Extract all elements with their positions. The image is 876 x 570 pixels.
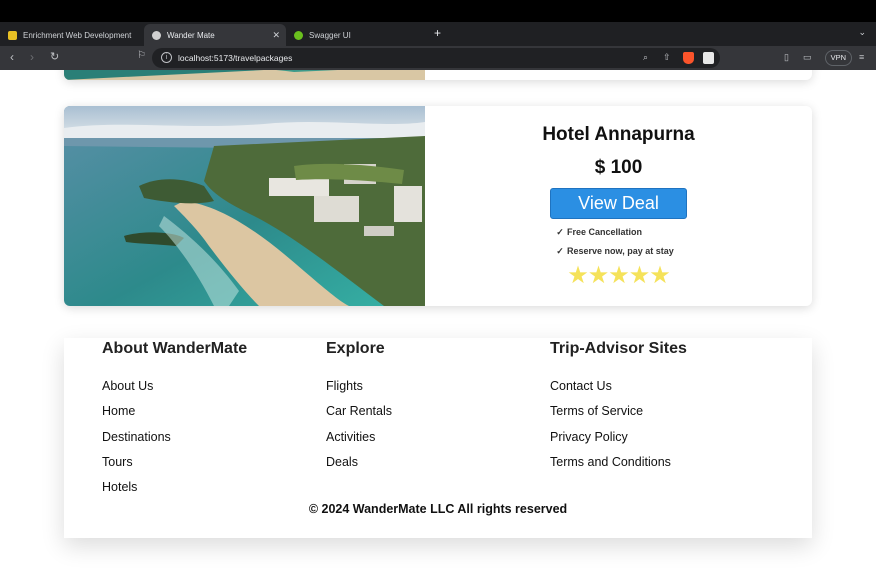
footer-link-flights[interactable]: Flights	[326, 374, 392, 399]
plus-icon[interactable]: +	[434, 26, 441, 40]
deal-panel: Hotel Annapurna $ 100 View Deal ✓ Free Ca…	[425, 106, 812, 306]
share-icon[interactable]: ⇧	[663, 52, 671, 63]
feature-label: Free Cancellation	[567, 227, 643, 237]
close-tab-icon[interactable]: ✕	[272, 30, 280, 41]
previous-listing-card	[64, 70, 812, 80]
footer-link-terms-and-conditions[interactable]: Terms and Conditions	[550, 450, 687, 475]
feature-free-cancellation: ✓ Free Cancellation	[553, 227, 642, 238]
brave-rewards-icon[interactable]	[703, 52, 714, 64]
footer-heading: About WanderMate	[102, 340, 248, 357]
os-menu-bar	[0, 0, 876, 22]
footer-link-hotels[interactable]: Hotels	[102, 475, 247, 500]
back-icon[interactable]: ‹	[10, 50, 14, 64]
hotel-name: Hotel Annapurna	[542, 124, 695, 145]
tab-favicon-icon	[152, 30, 161, 40]
coastline-photo-image	[64, 106, 425, 306]
zoom-icon[interactable]: ⌕	[643, 52, 648, 63]
hotel-listing-card: Hotel Annapurna $ 100 View Deal ✓ Free Ca…	[64, 106, 812, 306]
copyright-text: © 2024 WanderMate LLC All rights reserve…	[308, 502, 568, 516]
footer-heading: Trip-Advisor Sites	[550, 340, 687, 357]
hotel-photo[interactable]	[64, 106, 425, 306]
footer-link-deals[interactable]: Deals	[326, 450, 392, 475]
forward-icon[interactable]: ›	[30, 50, 34, 64]
site-footer: About WanderMate About Us Home Destinati…	[64, 338, 812, 538]
url-text: localhost:5173/travelpackages	[178, 53, 293, 63]
bookmark-icon[interactable]: ⚐	[137, 50, 146, 61]
menu-icon[interactable]: ≡	[859, 52, 864, 62]
address-bar[interactable]: i localhost:5173/travelpackages ⌕ ⇧	[152, 48, 720, 68]
footer-heading: Explore	[326, 340, 385, 357]
footer-column-trip-advisor: Trip-Advisor Sites Contact Us Terms of S…	[550, 338, 687, 475]
tab-swagger-ui[interactable]: Swagger UI	[286, 24, 428, 46]
check-icon: ✓	[556, 246, 564, 256]
footer-link-activities[interactable]: Activities	[326, 425, 392, 450]
footer-column-about: About WanderMate About Us Home Destinati…	[102, 338, 247, 500]
page-viewport: Hotel Annapurna $ 100 View Deal ✓ Free Ca…	[0, 70, 876, 570]
tab-enrichment[interactable]: Enrichment Web Development	[0, 24, 144, 46]
tab-favicon-icon	[294, 30, 303, 40]
footer-link-about-us[interactable]: About Us	[102, 374, 247, 399]
site-info-icon[interactable]: i	[161, 52, 172, 63]
tab-favicon-icon	[8, 30, 17, 40]
check-icon: ✓	[556, 227, 564, 237]
beach-photo-image	[64, 70, 425, 80]
browser-toolbar: ‹ › ↻ ⚐ i localhost:5173/travelpackages …	[0, 46, 876, 70]
tab-title: Enrichment Web Development	[23, 30, 132, 40]
previous-listing-photo	[64, 70, 425, 80]
vpn-button[interactable]: VPN	[824, 50, 852, 66]
footer-link-contact-us[interactable]: Contact Us	[550, 374, 687, 399]
brave-shields-icon[interactable]	[683, 52, 694, 64]
wallet-icon[interactable]: ▭	[803, 52, 812, 63]
reload-icon[interactable]: ↻	[50, 50, 59, 63]
view-deal-button[interactable]: View Deal	[550, 188, 687, 219]
tab-title: Wander Mate	[167, 30, 215, 40]
tab-wander-mate[interactable]: Wander Mate ✕	[144, 24, 286, 46]
feature-label: Reserve now, pay at stay	[567, 246, 674, 256]
footer-link-car-rentals[interactable]: Car Rentals	[326, 399, 392, 424]
feature-reserve-now: ✓ Reserve now, pay at stay	[553, 246, 674, 257]
star-rating: ★★★★★	[567, 262, 671, 289]
footer-link-home[interactable]: Home	[102, 399, 247, 424]
hotel-price: $ 100	[594, 157, 643, 178]
footer-link-privacy-policy[interactable]: Privacy Policy	[550, 425, 687, 450]
footer-link-tours[interactable]: Tours	[102, 450, 247, 475]
footer-link-terms-of-service[interactable]: Terms of Service	[550, 399, 687, 424]
sidebar-icon[interactable]: ▯	[784, 52, 789, 63]
tab-title: Swagger UI	[309, 30, 351, 40]
footer-column-explore: Explore Flights Car Rentals Activities D…	[326, 338, 392, 475]
footer-link-destinations[interactable]: Destinations	[102, 425, 247, 450]
chevron-down-icon[interactable]: ⌄	[858, 27, 866, 38]
browser-tab-strip: Enrichment Web Development Wander Mate ✕…	[0, 22, 876, 46]
